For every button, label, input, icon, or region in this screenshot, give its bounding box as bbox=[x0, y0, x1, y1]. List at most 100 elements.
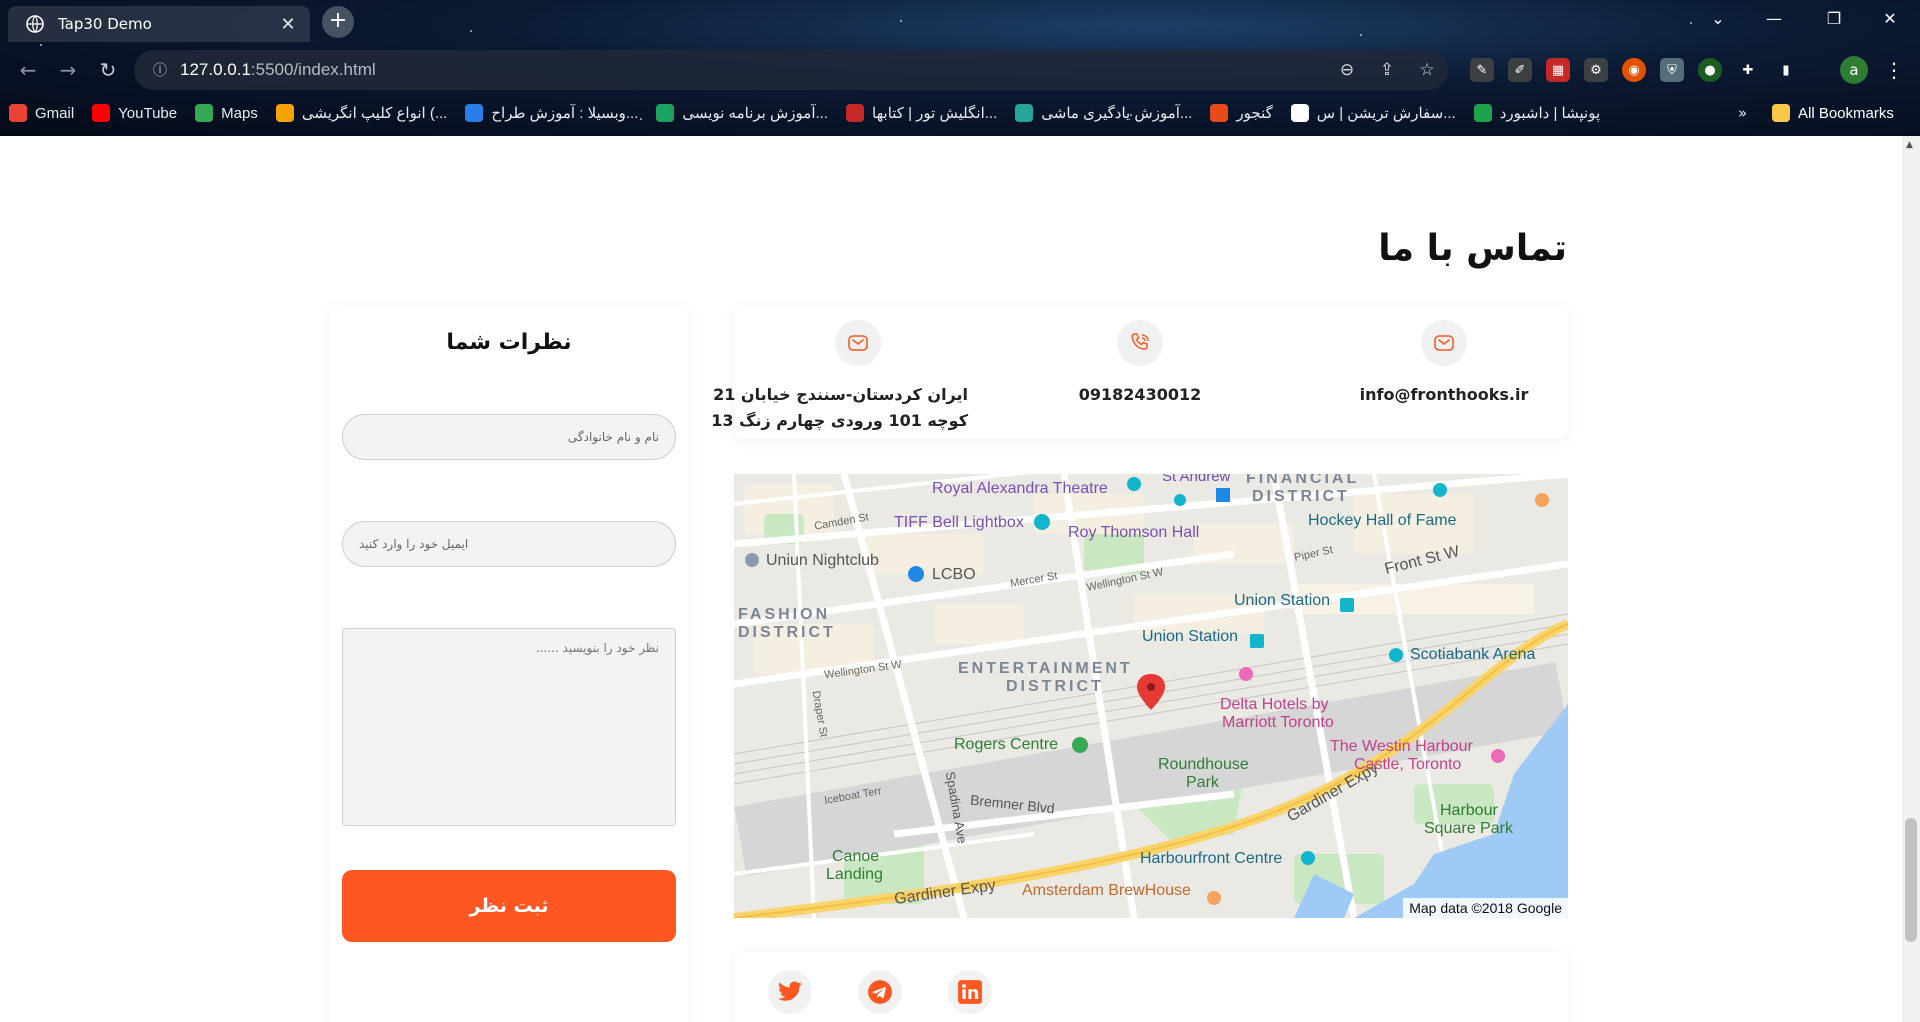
gmail-icon bbox=[9, 104, 27, 122]
map-label: DISTRICT bbox=[738, 624, 836, 641]
bookmark-label: پونیشا | داشبورد bbox=[1499, 105, 1601, 122]
contact-phone[interactable]: 09182430012 bbox=[1040, 382, 1240, 408]
bookmark-label: وبسیلا : آموزش طراح... bbox=[491, 105, 639, 122]
map-label: Square Park bbox=[1424, 820, 1513, 837]
address-bar[interactable]: ⓘ 127.0.0.1:5500/index.html ⊖ ⇪ ☆ bbox=[134, 50, 1448, 90]
map-label: Roundhouse bbox=[1158, 756, 1249, 773]
contact-address: ایران کردستان-سنندج خیابان 21 کوچه 101 و… bbox=[711, 382, 968, 434]
comments-form: نظرات شما ثبت نظر bbox=[330, 306, 688, 1022]
map-label: DISTRICT bbox=[1006, 678, 1104, 695]
restore-icon[interactable]: ❐ bbox=[1806, 0, 1862, 40]
bookmark-item[interactable]: وبسیلا : آموزش طراح... bbox=[456, 98, 647, 128]
submit-comment-button[interactable]: ثبت نظر bbox=[342, 870, 676, 942]
bookmark-item[interactable]: YouTube bbox=[83, 98, 186, 128]
browser-tab[interactable]: Tap30 Demo ✕ bbox=[8, 6, 310, 42]
bookmark-item[interactable]: آموزش یادگیری ماشی... bbox=[1006, 98, 1201, 128]
all-bookmarks-label: All Bookmarks bbox=[1798, 104, 1894, 122]
order-icon bbox=[1290, 104, 1309, 122]
url-path: :5500/index.html bbox=[250, 60, 376, 79]
more-bookmarks-icon[interactable]: » bbox=[1738, 98, 1747, 128]
check-icon bbox=[656, 104, 675, 122]
map-label: Roy Thomson Hall bbox=[1068, 524, 1200, 541]
comments-title: نظرات شما bbox=[446, 330, 572, 355]
map-label: Hockey Hall of Fame bbox=[1308, 512, 1457, 529]
twitter-icon[interactable] bbox=[768, 970, 812, 1014]
close-window-icon[interactable]: ✕ bbox=[1862, 0, 1918, 40]
map-label: LCBO bbox=[932, 566, 976, 583]
new-tab-button[interactable]: + bbox=[322, 6, 354, 38]
bookmark-item[interactable]: Gmail bbox=[0, 98, 83, 128]
bookmark-item[interactable]: آموزش برنامه نویسی... bbox=[647, 98, 837, 128]
address-line-1: ایران کردستان-سنندج خیابان 21 bbox=[713, 385, 968, 404]
extensions-bar: ✎ ✐ ▦ ⚙ ◉ ⛨ ● ✚ ▮ bbox=[1470, 56, 1798, 84]
browser-chrome: Tap30 Demo ✕ + ⌄ — ❐ ✕ ← → ↻ ⓘ 127.0.0.1… bbox=[0, 0, 1920, 136]
map-label: Union Station bbox=[1142, 628, 1239, 645]
telegram-icon[interactable] bbox=[858, 970, 902, 1014]
omnibox-actions: ⊖ ⇪ ☆ bbox=[1336, 50, 1438, 90]
map-label: Marriott Toronto bbox=[1222, 714, 1334, 731]
bookmark-item[interactable]: سفارش تریشن | س... bbox=[1282, 98, 1465, 128]
gear-extension-icon[interactable]: ⚙ bbox=[1584, 58, 1608, 82]
shield-extension-icon[interactable]: ⛨ bbox=[1660, 58, 1684, 82]
tab-close-icon[interactable]: ✕ bbox=[276, 14, 300, 35]
bookmark-item[interactable]: Maps bbox=[186, 98, 267, 128]
bookmark-label: Maps bbox=[221, 104, 258, 122]
map-label: Delta Hotels by bbox=[1220, 696, 1329, 713]
forward-icon[interactable]: → bbox=[54, 56, 82, 84]
puzzle-extensions-icon[interactable]: ✚ bbox=[1736, 58, 1760, 82]
site-info-icon[interactable]: ⓘ bbox=[140, 60, 180, 80]
bookmark-item[interactable]: انواع کلیپ انگریشی (... bbox=[267, 98, 457, 128]
bookmark-star-icon[interactable]: ☆ bbox=[1416, 60, 1438, 80]
share-icon[interactable]: ⇪ bbox=[1376, 60, 1398, 80]
eyedropper-extension-icon[interactable]: ✎ bbox=[1470, 58, 1494, 82]
map-label: Union Station bbox=[1234, 592, 1331, 609]
calendar-extension-icon[interactable]: ▦ bbox=[1546, 58, 1570, 82]
tab-search-icon[interactable]: ⌄ bbox=[1690, 0, 1746, 40]
map-label: DISTRICT bbox=[1252, 488, 1350, 505]
back-icon[interactable]: ← bbox=[14, 56, 42, 84]
scroll-thumb[interactable] bbox=[1905, 818, 1917, 942]
ponisha-icon bbox=[1473, 104, 1492, 122]
map-label: Royal Alexandra Theatre bbox=[932, 480, 1108, 497]
page-viewport: تماس با ما نظرات شما ثبت نظر info@fronth… bbox=[0, 136, 1902, 1022]
pen-extension-icon[interactable]: ✐ bbox=[1508, 58, 1532, 82]
scroll-up-icon[interactable]: ▲ bbox=[1906, 140, 1913, 150]
map-label: Landing bbox=[826, 866, 883, 883]
map-label: Park bbox=[1186, 774, 1219, 791]
bookmark-label: آموزش یادگیری ماشی... bbox=[1041, 105, 1193, 122]
bookmark-item[interactable]: پونیشا | داشبورد bbox=[1465, 98, 1609, 128]
profile-avatar[interactable]: a bbox=[1840, 56, 1868, 84]
bookmark-item[interactable]: انگلیش تور | کتابها... bbox=[837, 98, 1006, 128]
map-label: FASHION bbox=[738, 606, 831, 623]
page-scrollbar[interactable]: ▲ bbox=[1902, 136, 1920, 1022]
toolbar: ← → ↻ ⓘ 127.0.0.1:5500/index.html ⊖ ⇪ ☆ … bbox=[0, 48, 1920, 92]
email-input[interactable] bbox=[342, 521, 676, 567]
bookmark-item[interactable]: گنجور bbox=[1201, 98, 1281, 128]
minimize-icon[interactable]: — bbox=[1746, 0, 1802, 40]
url-text: 127.0.0.1:5500/index.html bbox=[180, 60, 376, 80]
folder-icon bbox=[1772, 104, 1790, 122]
map-label: Uniun Nightclub bbox=[766, 552, 879, 569]
zoom-icon[interactable]: ⊖ bbox=[1336, 60, 1358, 80]
map-label: Harbour bbox=[1440, 802, 1498, 819]
reload-icon[interactable]: ↻ bbox=[94, 56, 122, 84]
color-extension-icon[interactable]: ◉ bbox=[1622, 58, 1646, 82]
bookmark-label: Gmail bbox=[35, 104, 75, 122]
google-map[interactable]: Royal Alexandra Theatre St Andrew FINANC… bbox=[734, 474, 1568, 918]
name-input[interactable] bbox=[342, 414, 676, 460]
planet-extension-icon[interactable]: ● bbox=[1698, 58, 1722, 82]
side-panel-icon[interactable]: ▮ bbox=[1774, 58, 1798, 82]
all-bookmarks-folder[interactable]: All Bookmarks bbox=[1772, 98, 1894, 128]
page-title: تماس با ما bbox=[1378, 228, 1567, 269]
bookmark-label: انواع کلیپ انگریشی (... bbox=[301, 105, 448, 122]
bookmarks-bar: Gmail YouTube Maps انواع کلیپ انگریشی (... و… bbox=[0, 98, 1920, 128]
contact-email[interactable]: info@fronthooks.ir bbox=[1344, 382, 1544, 408]
phone-info: 09182430012 bbox=[1040, 320, 1240, 408]
email-info: info@fronthooks.ir bbox=[1344, 320, 1544, 408]
linkedin-icon[interactable] bbox=[948, 970, 992, 1014]
message-textarea[interactable] bbox=[342, 628, 676, 826]
ganjoor-icon bbox=[1210, 104, 1229, 122]
menu-icon[interactable]: ⋮ bbox=[1882, 56, 1906, 84]
englishtour-icon bbox=[846, 104, 865, 122]
address-line-2: کوچه 101 ورودی چهارم زنگ 13 bbox=[711, 411, 968, 430]
